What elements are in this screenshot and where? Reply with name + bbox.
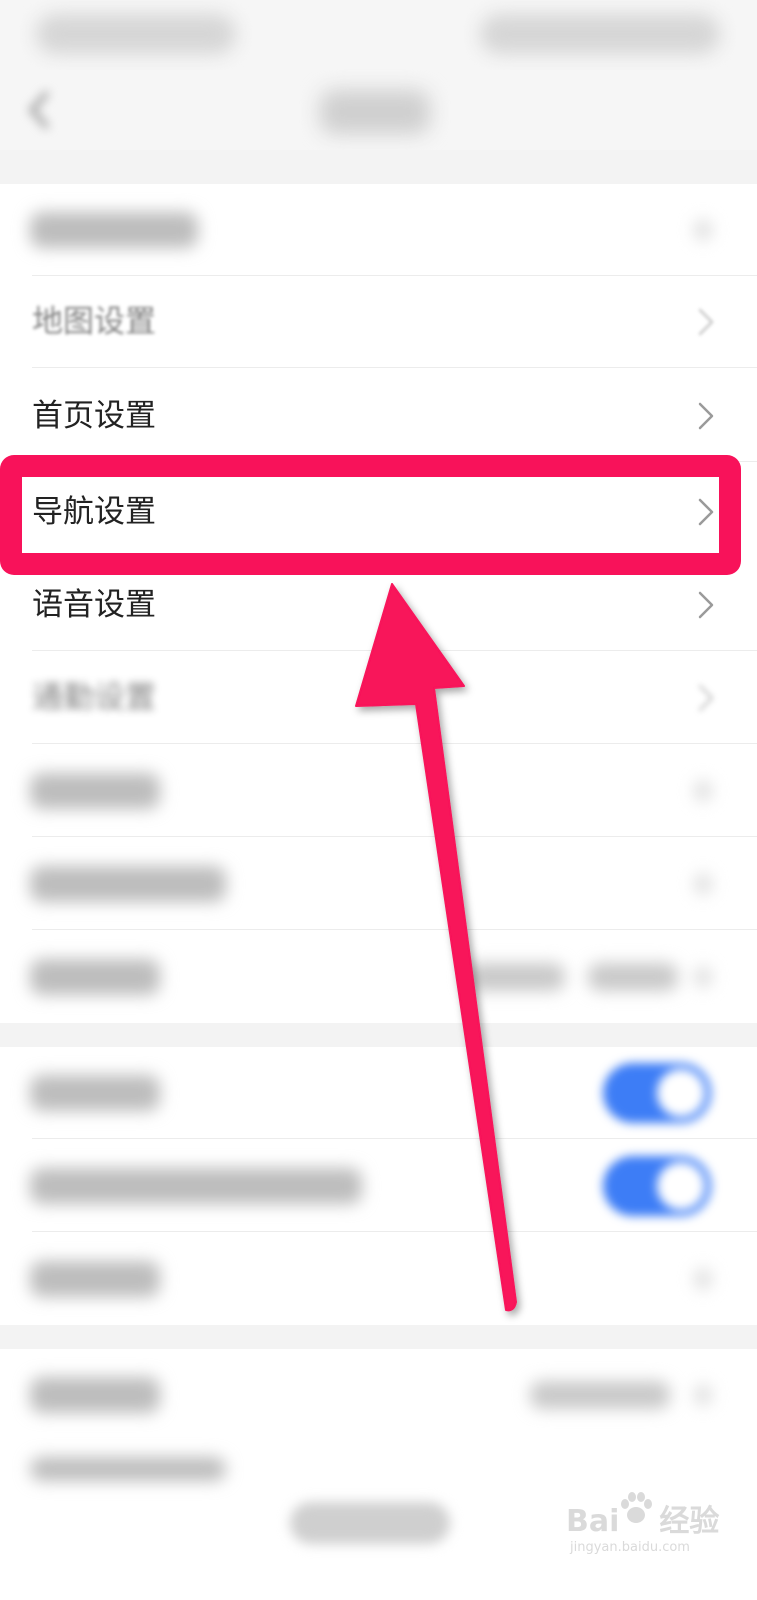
row-value-blurred <box>588 963 678 991</box>
header-bar <box>0 70 757 150</box>
settings-row-label: 通勤设置 <box>32 680 156 716</box>
chevron-right-icon <box>695 220 711 240</box>
section-divider <box>0 150 757 184</box>
settings-row-blurred-2[interactable] <box>0 745 757 837</box>
settings-row-blurred-4[interactable] <box>0 931 757 1023</box>
row-label-blurred <box>30 1168 362 1204</box>
row-label-blurred <box>30 1261 160 1297</box>
row-divider <box>32 929 757 930</box>
settings-row-blurred-5[interactable] <box>0 1233 757 1325</box>
home-indicator <box>290 1502 450 1544</box>
page-title-blurred <box>320 90 430 134</box>
watermark: Bai 经验 jingyan.baidu.com <box>566 1488 719 1568</box>
row-value-blurred <box>530 1381 670 1409</box>
settings-toggle-row-1[interactable] <box>0 1047 757 1139</box>
settings-toggle-row-2[interactable] <box>0 1140 757 1232</box>
chevron-right-icon <box>695 967 711 987</box>
chevron-right-icon <box>698 684 714 712</box>
watermark-url: jingyan.baidu.com <box>570 1540 690 1555</box>
status-bar-right-blurred <box>480 14 720 54</box>
row-divider <box>32 650 757 651</box>
settings-row-navigation[interactable]: 导航设置 <box>0 466 757 558</box>
row-divider <box>32 836 757 837</box>
settings-row-commute[interactable]: 通勤设置 <box>0 652 757 744</box>
toggle-knob <box>657 1069 705 1117</box>
row-label-blurred <box>30 866 226 902</box>
back-arrow-icon[interactable] <box>20 88 60 132</box>
settings-row-blurred-3[interactable] <box>0 838 757 930</box>
toggle-knob <box>657 1162 705 1210</box>
settings-row-label: 首页设置 <box>32 398 156 434</box>
row-label-blurred <box>30 1457 226 1481</box>
row-value-blurred <box>465 963 565 991</box>
row-label-blurred <box>30 1075 160 1111</box>
settings-row-blurred-6[interactable] <box>0 1349 757 1441</box>
chevron-right-icon <box>698 498 714 526</box>
row-divider <box>32 1231 757 1232</box>
toggle-switch[interactable] <box>603 1156 711 1216</box>
section-divider <box>0 1325 757 1349</box>
row-divider <box>32 461 757 462</box>
row-label-blurred <box>30 1377 160 1413</box>
row-divider <box>32 743 757 744</box>
section-divider <box>0 1023 757 1047</box>
watermark-brand-suffix: 经验 <box>659 1504 720 1539</box>
row-label-blurred <box>30 212 198 248</box>
chevron-right-icon <box>698 402 714 430</box>
settings-row-label: 语音设置 <box>32 587 156 623</box>
chevron-right-icon <box>695 781 711 801</box>
chevron-right-icon <box>698 591 714 619</box>
chevron-right-icon <box>695 1269 711 1289</box>
settings-screen: 地图设置 首页设置 导航设置 语音设置 通勤设置 Bai 经验 jingyan.… <box>0 0 757 1600</box>
settings-row-label: 地图设置 <box>32 304 156 340</box>
row-label-blurred <box>30 959 160 995</box>
status-bar <box>0 0 757 70</box>
row-divider <box>32 1138 757 1139</box>
toggle-switch[interactable] <box>603 1063 711 1123</box>
settings-row-label: 导航设置 <box>32 494 156 530</box>
settings-row-map[interactable]: 地图设置 <box>0 276 757 368</box>
watermark-brand: Bai 经验 <box>566 1496 719 1540</box>
chevron-right-icon <box>695 1385 711 1405</box>
settings-row-home[interactable]: 首页设置 <box>0 370 757 462</box>
row-divider <box>32 367 757 368</box>
settings-row-blurred-1[interactable] <box>0 184 757 276</box>
settings-row-voice[interactable]: 语音设置 <box>0 559 757 651</box>
status-bar-left-blurred <box>36 14 236 54</box>
chevron-right-icon <box>695 874 711 894</box>
row-label-blurred <box>30 773 160 809</box>
watermark-brand-text: Bai <box>566 1504 620 1539</box>
chevron-right-icon <box>698 308 714 336</box>
